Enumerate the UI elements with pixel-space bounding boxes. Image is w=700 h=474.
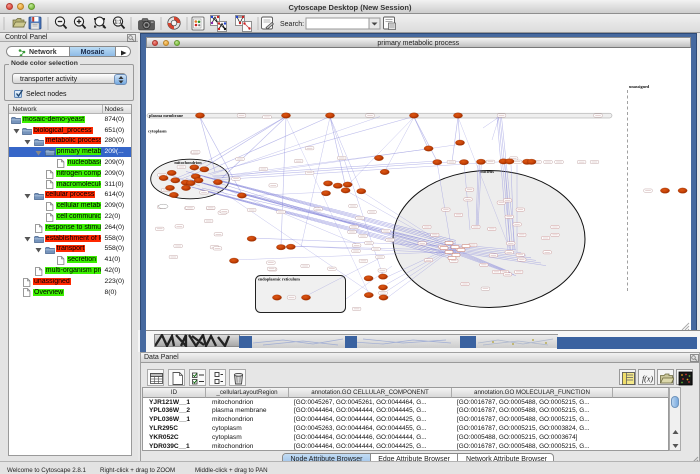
svg-text:plasma membrane: plasma membrane [149,113,183,118]
svg-text:Search:: Search: [280,21,304,28]
svg-text:1:1: 1:1 [114,20,121,26]
svg-text:unassigned: unassigned [629,84,650,89]
svg-text:cytoplasm: cytoplasm [148,129,167,134]
svg-text:nucleus: nucleus [480,169,494,174]
svg-text:endoplasmic reticulum: endoplasmic reticulum [258,277,300,282]
svg-text:mitochondrion: mitochondrion [174,160,202,165]
svg-text:f(x): f(x) [642,375,653,384]
